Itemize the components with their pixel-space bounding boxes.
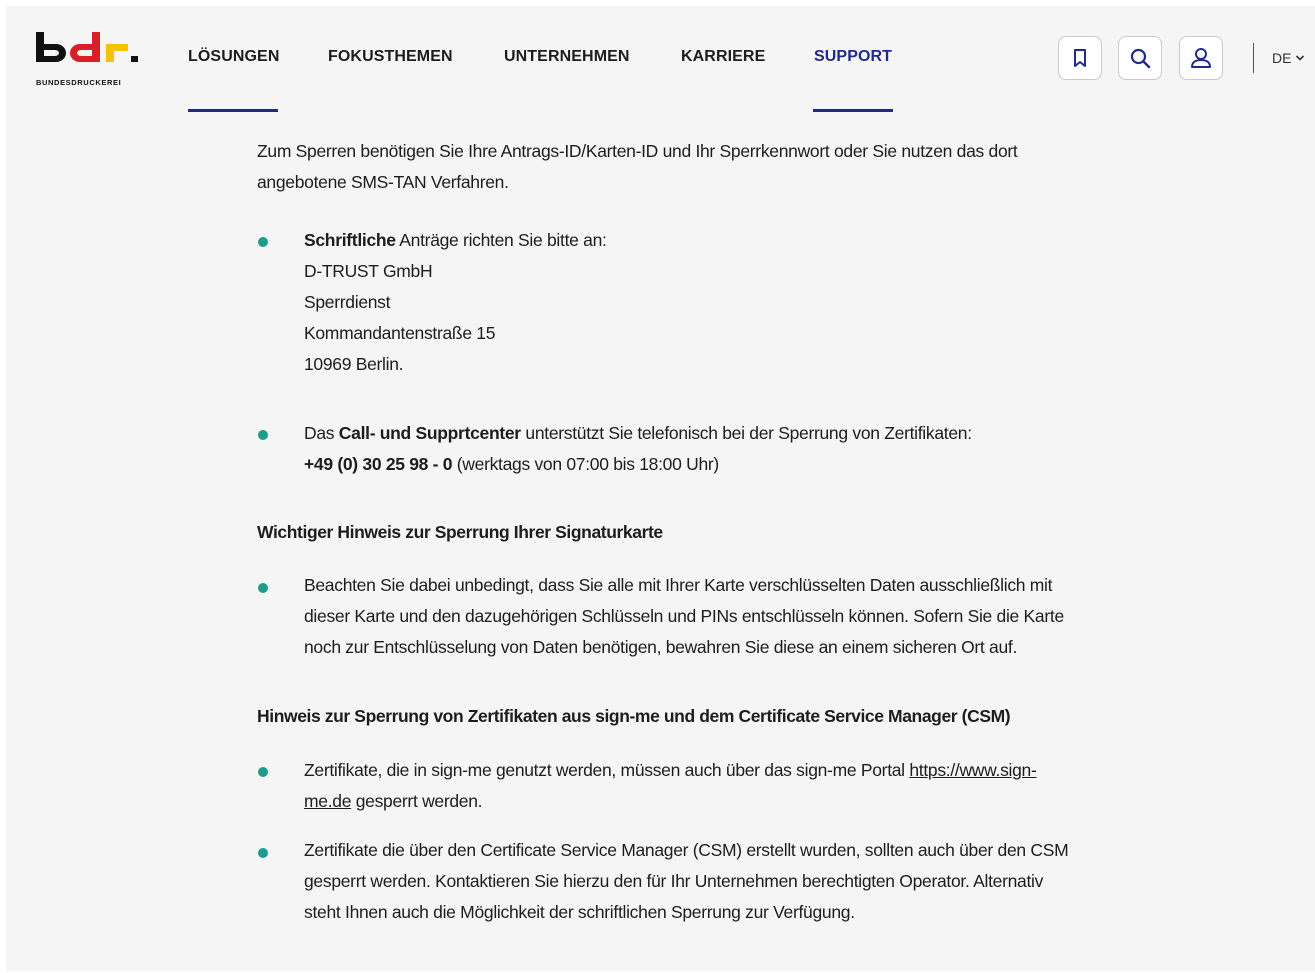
intro-line-1: Zum Sperren benötigen Sie Ihre Antrags-I… (257, 141, 1018, 161)
note-line: noch zur Entschlüsselung von Daten benöt… (304, 637, 1018, 657)
search-button[interactable] (1118, 36, 1162, 80)
csm-line: gesperrt werden. Kontaktieren Sie hierzu… (304, 871, 1044, 891)
intro-line-2: angebotene SMS-TAN Verfahren. (257, 172, 509, 192)
address-line: 10969 Berlin. (304, 354, 404, 374)
section-heading-signme-csm: Hinweis zur Sperrung von Zertifikaten au… (257, 706, 1011, 726)
search-icon (1130, 48, 1151, 69)
section-heading-signaturkarte: Wichtiger Hinweis zur Sperrung Ihrer Sig… (257, 522, 663, 542)
address-line: D-TRUST GmbH (304, 261, 433, 281)
signme-item: Zertifikate, die in sign-me genutzt werd… (304, 755, 1037, 817)
written-request-item: Schriftliche Anträge richten Sie bitte a… (304, 225, 607, 380)
csm-line: steht Ihnen auch die Möglichkeit der sch… (304, 902, 855, 922)
bullet-point (258, 237, 268, 247)
address-line: Kommandantenstraße 15 (304, 323, 496, 343)
nav-item-karriere[interactable]: KARRIERE (681, 48, 765, 66)
language-label: DE (1272, 50, 1292, 66)
signme-text-end: gesperrt werden. (351, 791, 483, 811)
signaturkarte-note: Beachten Sie dabei unbedingt, dass Sie a… (304, 570, 1064, 663)
signme-link[interactable]: https://www.sign- (909, 760, 1036, 780)
site-header: BUNDESDRUCKEREI LÖSUNGEN FOKUSTHEMEN UNT… (6, 6, 1315, 114)
written-bold: Schriftliche (304, 230, 396, 250)
logo-subtitle: BUNDESDRUCKEREI (36, 78, 122, 87)
bookmark-icon (1074, 49, 1086, 67)
note-line: Beachten Sie dabei unbedingt, dass Sie a… (304, 575, 1053, 595)
written-text: Anträge richten Sie bitte an: (395, 230, 607, 250)
nav-item-support[interactable]: SUPPORT (814, 48, 892, 66)
intro-paragraph: Zum Sperren benötigen Sie Ihre Antrags-I… (257, 136, 1018, 198)
address-line: Sperrdienst (304, 292, 391, 312)
bullet-point (258, 430, 268, 440)
account-button[interactable] (1179, 36, 1223, 80)
nav-active-indicator-support (813, 109, 893, 112)
bdr-logo-mark (36, 32, 138, 62)
callcenter-phone: +49 (0) 30 25 98 - 0 (304, 454, 453, 474)
nav-item-fokusthemen[interactable]: FOKUSTHEMEN (328, 48, 453, 66)
bdr-logo[interactable]: BUNDESDRUCKEREI (36, 32, 146, 94)
nav-item-loesungen[interactable]: LÖSUNGEN (188, 48, 279, 66)
callcenter-text: unterstützt Sie telefonisch bei der Sper… (520, 423, 972, 443)
bullet-point (258, 848, 268, 858)
nav-active-indicator-loesungen (188, 109, 278, 112)
note-line: dieser Karte und den dazugehörigen Schlü… (304, 606, 1064, 626)
nav-item-unternehmen[interactable]: UNTERNEHMEN (504, 48, 630, 66)
signme-text: Zertifikate, die in sign-me genutzt werd… (304, 760, 910, 780)
csm-line: Zertifikate die über den Certificate Ser… (304, 840, 1069, 860)
header-divider (1253, 43, 1254, 73)
bookmark-button[interactable] (1058, 36, 1102, 80)
callcenter-bold: Call- und Supprtcenter (338, 423, 521, 443)
csm-item: Zertifikate die über den Certificate Ser… (304, 835, 1069, 928)
chevron-down-icon (1296, 55, 1305, 61)
page-frame: BUNDESDRUCKEREI LÖSUNGEN FOKUSTHEMEN UNT… (6, 6, 1315, 971)
user-icon (1191, 48, 1211, 68)
callcenter-item: Das Call- und Supprtcenter unterstützt S… (304, 418, 972, 480)
bullet-point (258, 583, 268, 593)
callcenter-hours: (werktags von 07:00 bis 18:00 Uhr) (452, 454, 719, 474)
bullet-point (258, 767, 268, 777)
signme-link-continued[interactable]: me.de (304, 791, 351, 811)
language-selector[interactable]: DE (1272, 50, 1305, 66)
callcenter-pre: Das (304, 423, 339, 443)
